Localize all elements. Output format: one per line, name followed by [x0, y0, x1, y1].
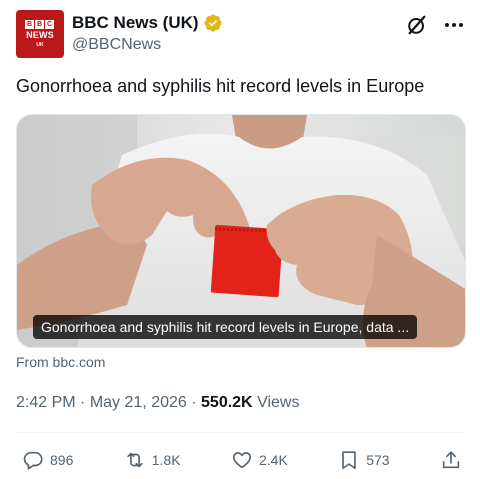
views-count[interactable]: 550.2K: [201, 394, 253, 411]
post-time[interactable]: 2:42 PM: [16, 394, 76, 411]
post-date[interactable]: May 21, 2026: [90, 394, 187, 411]
author-names: BBC News (UK) @BBCNews: [72, 11, 223, 54]
card-image: [17, 115, 465, 347]
bookmark-button[interactable]: 573: [338, 449, 390, 471]
views-label: Views: [257, 394, 300, 411]
verified-badge-icon[interactable]: [203, 13, 223, 33]
card-caption: Gonorrhoea and syphilis hit record level…: [33, 315, 418, 339]
more-options-icon[interactable]: [444, 15, 464, 35]
action-bar: 896 1.8K 2.4K 573: [22, 446, 462, 474]
link-card[interactable]: Gonorrhoea and syphilis hit record level…: [16, 114, 466, 348]
share-button[interactable]: [440, 449, 462, 471]
divider: [16, 432, 464, 433]
meta-separator: ·: [80, 394, 86, 411]
card-source-link[interactable]: From bbc.com: [16, 354, 105, 370]
bookmark-icon: [342, 451, 356, 470]
display-name-row: BBC News (UK): [72, 11, 223, 35]
heart-icon: [232, 452, 252, 469]
bookmark-count: 573: [366, 452, 390, 468]
bbc-logo: B B C: [25, 20, 54, 29]
repost-button[interactable]: 1.8K: [124, 449, 181, 471]
share-icon: [442, 451, 460, 469]
post-meta: 2:42 PM · May 21, 2026 · 550.2K Views: [16, 394, 299, 412]
header-actions: [406, 14, 464, 36]
meta-separator: ·: [191, 394, 197, 411]
post-header: B B C NEWS UK BBC News (UK) @BBCNews: [16, 8, 464, 60]
grok-icon[interactable]: [406, 14, 428, 36]
avatar-logo-word: NEWS: [26, 30, 54, 40]
like-button[interactable]: 2.4K: [231, 449, 288, 471]
repost-icon: [127, 452, 143, 468]
reply-icon: [23, 451, 43, 470]
repost-count: 1.8K: [151, 452, 181, 468]
reply-button[interactable]: 896: [22, 449, 73, 471]
author-handle[interactable]: @BBCNews: [72, 36, 223, 54]
reply-count: 896: [50, 452, 74, 468]
like-count: 2.4K: [258, 452, 288, 468]
avatar[interactable]: B B C NEWS UK: [16, 10, 64, 58]
avatar-logo-sub: UK: [36, 42, 44, 48]
display-name[interactable]: BBC News (UK): [72, 13, 199, 33]
post-text: Gonorrhoea and syphilis hit record level…: [16, 76, 425, 96]
